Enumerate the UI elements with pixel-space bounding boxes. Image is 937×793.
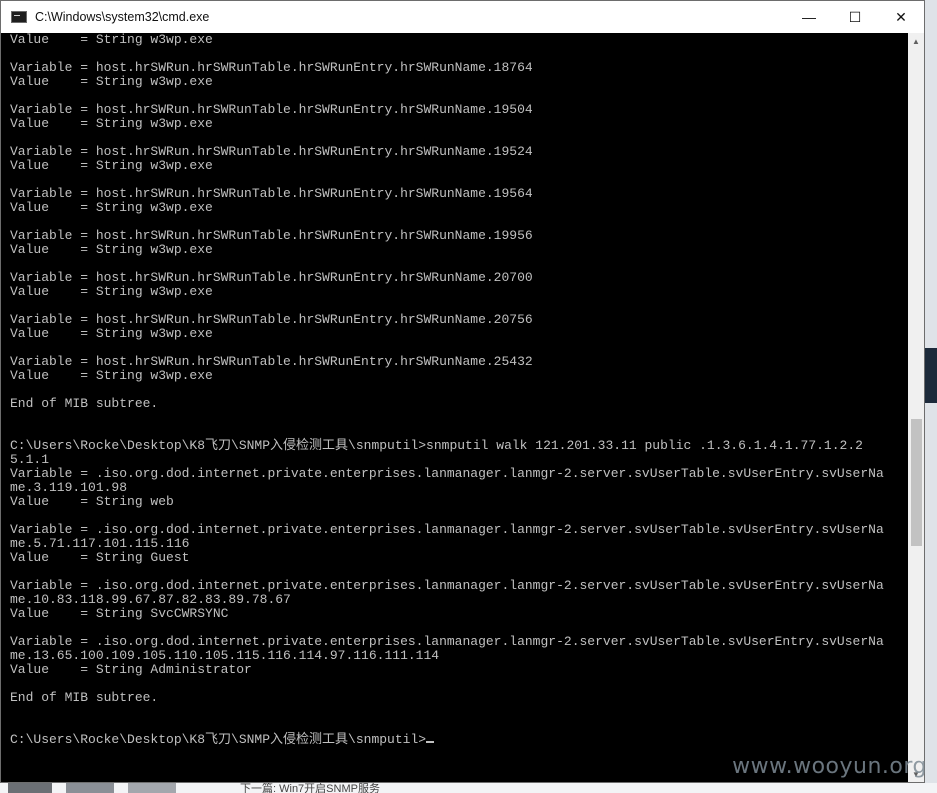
background-thumbnail xyxy=(128,783,176,793)
watermark-text: www.wooyun.org xyxy=(732,754,927,779)
close-button[interactable]: ✕ xyxy=(878,1,924,33)
background-thumbnail xyxy=(8,783,52,793)
scroll-thumb[interactable] xyxy=(911,419,922,546)
background-thumbnail xyxy=(66,783,114,793)
background-page-footer: 下一篇: Win7开启SNMP服务 xyxy=(0,783,937,793)
console-output-area[interactable]: Value = String w3wp.exe Variable = host.… xyxy=(1,33,908,782)
background-page-edge xyxy=(925,0,937,793)
cmd-window: C:\Windows\system32\cmd.exe — ☐ ✕ Value … xyxy=(0,0,925,783)
text-cursor xyxy=(426,741,435,743)
background-next-article-link[interactable]: 下一篇: Win7开启SNMP服务 xyxy=(240,783,380,793)
vertical-scrollbar[interactable]: ▲ ▼ xyxy=(908,33,924,782)
cmd-app-icon xyxy=(11,11,27,23)
window-title: C:\Windows\system32\cmd.exe xyxy=(35,10,210,24)
minimize-button[interactable]: — xyxy=(786,1,832,33)
scroll-up-arrow-icon[interactable]: ▲ xyxy=(908,33,924,49)
window-controls: — ☐ ✕ xyxy=(786,1,924,33)
maximize-button[interactable]: ☐ xyxy=(832,1,878,33)
console-text: Value = String w3wp.exe Variable = host.… xyxy=(10,33,884,747)
title-bar[interactable]: C:\Windows\system32\cmd.exe — ☐ ✕ xyxy=(1,1,924,33)
background-dark-block xyxy=(925,348,937,403)
